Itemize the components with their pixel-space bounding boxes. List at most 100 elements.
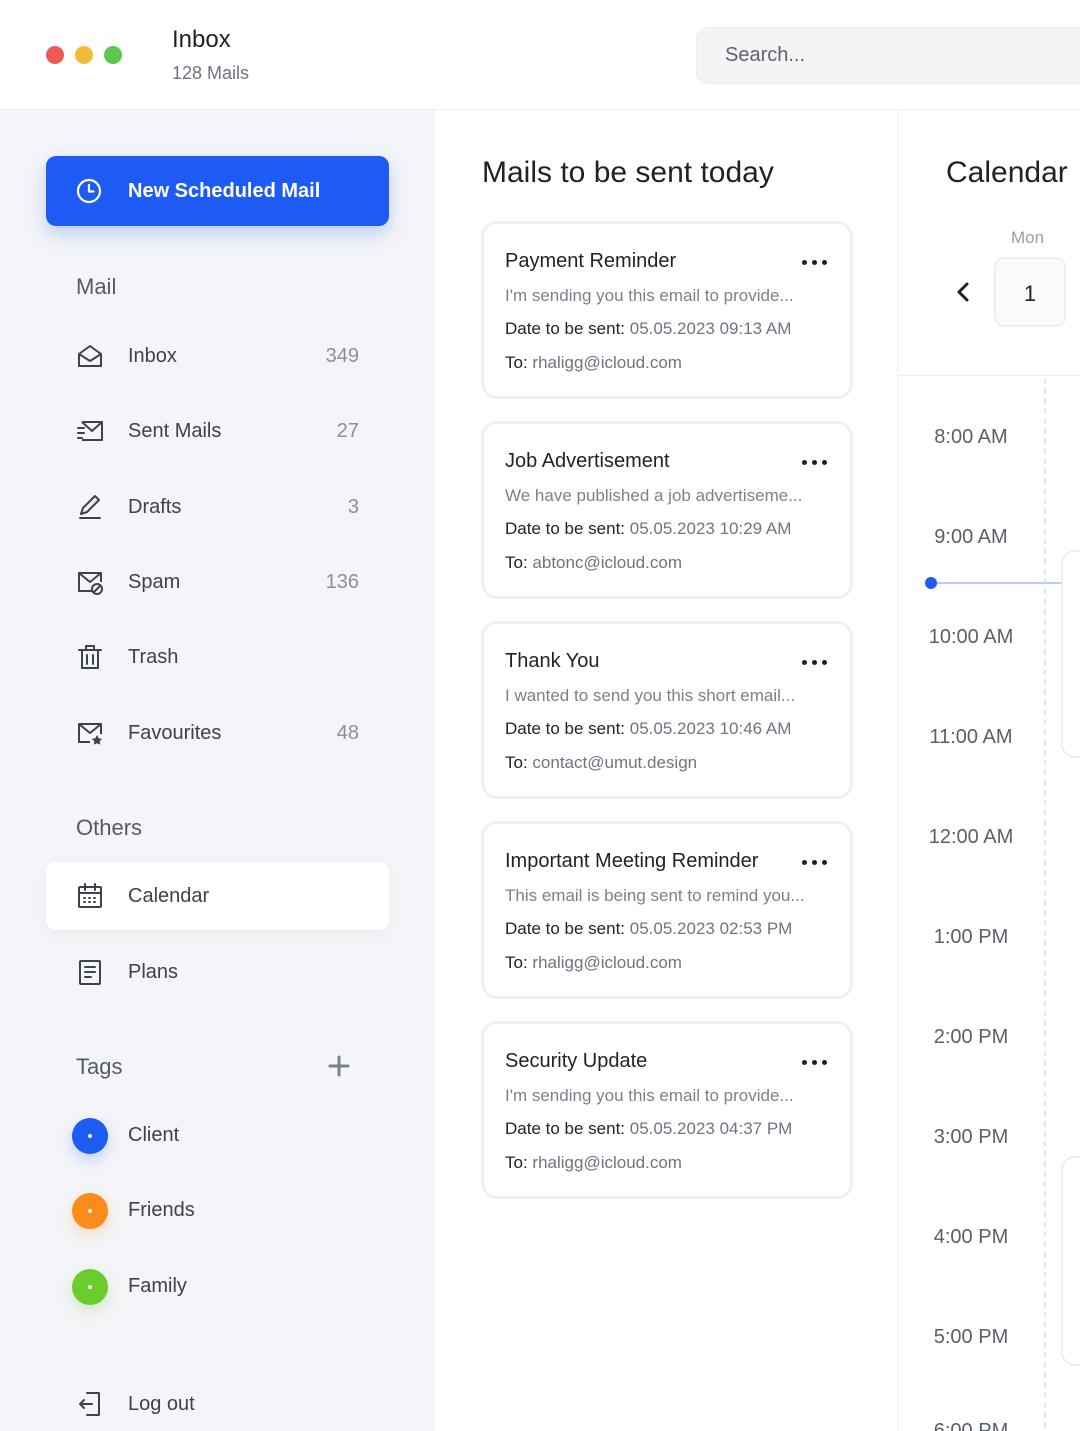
current-time-line bbox=[931, 582, 1061, 584]
mail-count: 128 Mails bbox=[172, 63, 250, 83]
mail-card[interactable]: Job Advertisement We have published a jo… bbox=[481, 421, 853, 599]
mail-section-title: Mail bbox=[76, 274, 117, 299]
logout-label: Log out bbox=[128, 1393, 195, 1415]
mail-card[interactable]: Important Meeting Reminder This email is… bbox=[481, 821, 853, 999]
sidebar-item-sent-mails[interactable]: Sent Mails 27 bbox=[46, 397, 389, 465]
time-label: 5:00 PM bbox=[933, 1326, 1009, 1348]
more-options-icon[interactable] bbox=[802, 260, 828, 266]
mail-title: Payment Reminder bbox=[505, 250, 677, 272]
sidebar-item-count: 3 bbox=[347, 496, 359, 518]
sidebar-item-label: Favourites bbox=[128, 722, 222, 744]
scheduled-mails-panel: Mails to be sent today Payment Reminder … bbox=[435, 110, 898, 1431]
tag-label: Client bbox=[128, 1124, 180, 1146]
clock-icon bbox=[76, 178, 102, 204]
calendar-event[interactable] bbox=[1061, 1156, 1080, 1366]
time-label: 4:00 PM bbox=[933, 1226, 1009, 1248]
mail-card[interactable]: Thank You I wanted to send you this shor… bbox=[481, 621, 853, 799]
window-maximize-button[interactable] bbox=[104, 46, 122, 64]
mail-date: 05.05.2023 09:13 AM bbox=[629, 319, 792, 338]
mail-date: 05.05.2023 04:37 PM bbox=[629, 1119, 793, 1138]
timeline-guide bbox=[1044, 378, 1046, 1431]
calendar-panel: Calendar Mon 1 8:00 AM 9:00 AM 10:00 AM … bbox=[899, 110, 1080, 1431]
more-options-icon[interactable] bbox=[802, 660, 828, 666]
mail-title: Important Meeting Reminder bbox=[505, 850, 759, 872]
mail-preview: We have published a job advertiseme... bbox=[505, 486, 803, 505]
sidebar-item-plans[interactable]: Plans bbox=[46, 938, 389, 1006]
sidebar: New Scheduled Mail Mail Inbox 349 Sent M… bbox=[0, 110, 435, 1431]
mail-title: Security Update bbox=[505, 1050, 648, 1072]
time-label: 12:00 AM bbox=[928, 826, 1014, 848]
day-selector[interactable]: 1 bbox=[994, 257, 1066, 327]
previous-day-button[interactable] bbox=[952, 280, 974, 304]
sidebar-item-calendar[interactable]: Calendar bbox=[46, 862, 389, 930]
mail-card[interactable]: Security Update I'm sending you this ema… bbox=[481, 1021, 853, 1199]
mail-preview: I'm sending you this email to provide... bbox=[505, 1086, 794, 1105]
new-scheduled-mail-label: New Scheduled Mail bbox=[128, 180, 321, 202]
mail-recipient: abtonc@icloud.com bbox=[532, 553, 682, 572]
sidebar-item-inbox[interactable]: Inbox 349 bbox=[46, 322, 389, 390]
search-box[interactable] bbox=[696, 27, 1080, 84]
mail-date: 05.05.2023 10:46 AM bbox=[629, 719, 792, 738]
star-mail-icon bbox=[76, 719, 104, 747]
calendar-icon bbox=[76, 882, 104, 910]
tag-label: Friends bbox=[128, 1199, 195, 1221]
sidebar-item-drafts[interactable]: Drafts 3 bbox=[46, 473, 389, 541]
send-icon bbox=[76, 417, 104, 445]
window-minimize-button[interactable] bbox=[75, 46, 93, 64]
logout-icon bbox=[76, 1390, 104, 1418]
time-label: 10:00 AM bbox=[928, 626, 1014, 648]
tag-family[interactable]: Family bbox=[46, 1252, 389, 1320]
sidebar-item-trash[interactable]: Trash bbox=[46, 623, 389, 691]
day-number: 1 bbox=[1023, 281, 1037, 306]
tag-color-dot bbox=[72, 1269, 108, 1305]
add-tag-button[interactable] bbox=[328, 1055, 350, 1077]
sidebar-item-count: 27 bbox=[336, 420, 359, 442]
tag-color-dot bbox=[72, 1193, 108, 1229]
mail-date: 05.05.2023 10:29 AM bbox=[629, 519, 792, 538]
to-label: To: bbox=[505, 1153, 528, 1172]
date-label: Date to be sent: bbox=[505, 319, 626, 338]
new-scheduled-mail-button[interactable]: New Scheduled Mail bbox=[46, 156, 389, 226]
sidebar-item-count: 136 bbox=[325, 571, 359, 593]
tag-client[interactable]: Client bbox=[46, 1101, 389, 1169]
tag-friends[interactable]: Friends bbox=[46, 1176, 389, 1244]
others-section-title: Others bbox=[76, 815, 143, 840]
sidebar-item-label: Sent Mails bbox=[128, 420, 222, 442]
date-label: Date to be sent: bbox=[505, 719, 626, 738]
sidebar-item-count: 349 bbox=[325, 345, 359, 367]
search-input[interactable] bbox=[725, 44, 1065, 67]
calendar-event[interactable] bbox=[1061, 550, 1080, 758]
more-options-icon[interactable] bbox=[802, 860, 828, 866]
day-of-week: Mon bbox=[1011, 228, 1045, 247]
more-options-icon[interactable] bbox=[802, 460, 828, 466]
chevron-left-icon bbox=[957, 282, 969, 302]
sidebar-item-spam[interactable]: Spam 136 bbox=[46, 548, 389, 616]
time-label: 6:00 PM bbox=[933, 1420, 1009, 1431]
window-close-button[interactable] bbox=[46, 46, 64, 64]
date-label: Date to be sent: bbox=[505, 519, 626, 538]
sidebar-item-label: Trash bbox=[128, 646, 179, 668]
mail-title: Job Advertisement bbox=[505, 450, 670, 472]
to-label: To: bbox=[505, 753, 528, 772]
sidebar-item-label: Plans bbox=[128, 961, 179, 983]
logout-button[interactable]: Log out bbox=[46, 1370, 389, 1431]
mail-card[interactable]: Payment Reminder I'm sending you this em… bbox=[481, 221, 853, 399]
sidebar-item-count: 48 bbox=[336, 722, 359, 744]
sidebar-item-label: Calendar bbox=[128, 885, 210, 907]
to-label: To: bbox=[505, 353, 528, 372]
calendar-divider bbox=[899, 375, 1080, 376]
mail-recipient: rhaligg@icloud.com bbox=[532, 353, 682, 372]
tags-section-title: Tags bbox=[76, 1054, 123, 1079]
more-options-icon[interactable] bbox=[802, 1060, 828, 1066]
pencil-icon bbox=[76, 493, 104, 521]
trash-icon bbox=[76, 643, 104, 671]
tag-color-dot bbox=[72, 1118, 108, 1154]
current-time-indicator bbox=[925, 577, 937, 589]
calendar-title: Calendar bbox=[946, 156, 1068, 189]
time-label: 2:00 PM bbox=[933, 1026, 1009, 1048]
mail-date: 05.05.2023 02:53 PM bbox=[629, 919, 793, 938]
tag-label: Family bbox=[128, 1275, 187, 1297]
mail-preview: I'm sending you this email to provide... bbox=[505, 286, 794, 305]
document-icon bbox=[76, 958, 104, 986]
sidebar-item-favourites[interactable]: Favourites 48 bbox=[46, 699, 389, 767]
